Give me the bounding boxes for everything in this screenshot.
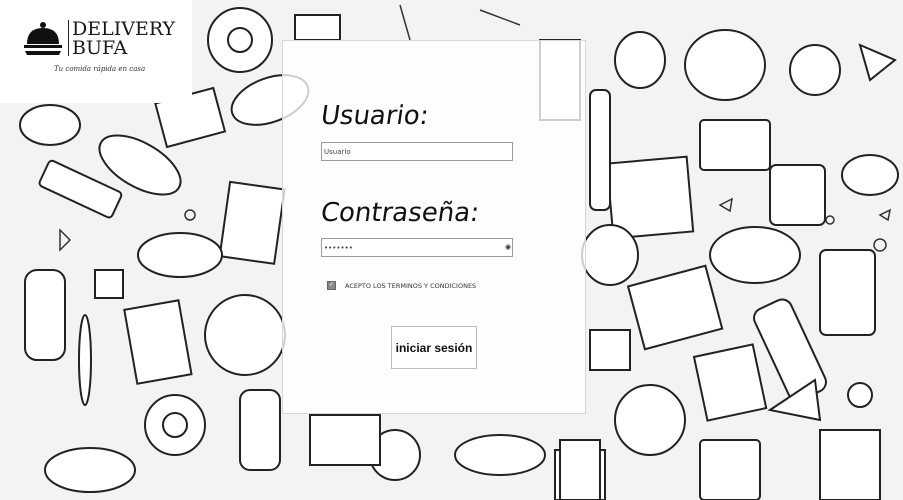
terms-checkbox[interactable]: ✓	[327, 281, 336, 290]
login-panel: Usuario: Contraseña: ◉ ✓ ACEPTO LOS TERM…	[282, 40, 586, 414]
username-input[interactable]	[321, 142, 513, 161]
password-label: Contraseña:	[318, 198, 482, 228]
username-label: Usuario:	[318, 101, 431, 131]
login-button[interactable]: iniciar sesión	[391, 326, 477, 369]
eye-icon[interactable]: ◉	[505, 243, 511, 251]
logo-title-line2: BUFA	[72, 37, 128, 59]
logo-divider	[68, 20, 69, 56]
cloche-serving-icon	[22, 20, 64, 61]
logo-tagline: Tu comida rápida en casa	[54, 65, 146, 73]
brand-logo: DELIVERY BUFA Tu comida rápida en casa	[0, 0, 192, 103]
terms-label: ACEPTO LOS TERMINOS Y CONDICIONES	[345, 281, 477, 290]
terms-row: ✓ ACEPTO LOS TERMINOS Y CONDICIONES	[327, 281, 476, 290]
password-input[interactable]	[321, 238, 513, 257]
